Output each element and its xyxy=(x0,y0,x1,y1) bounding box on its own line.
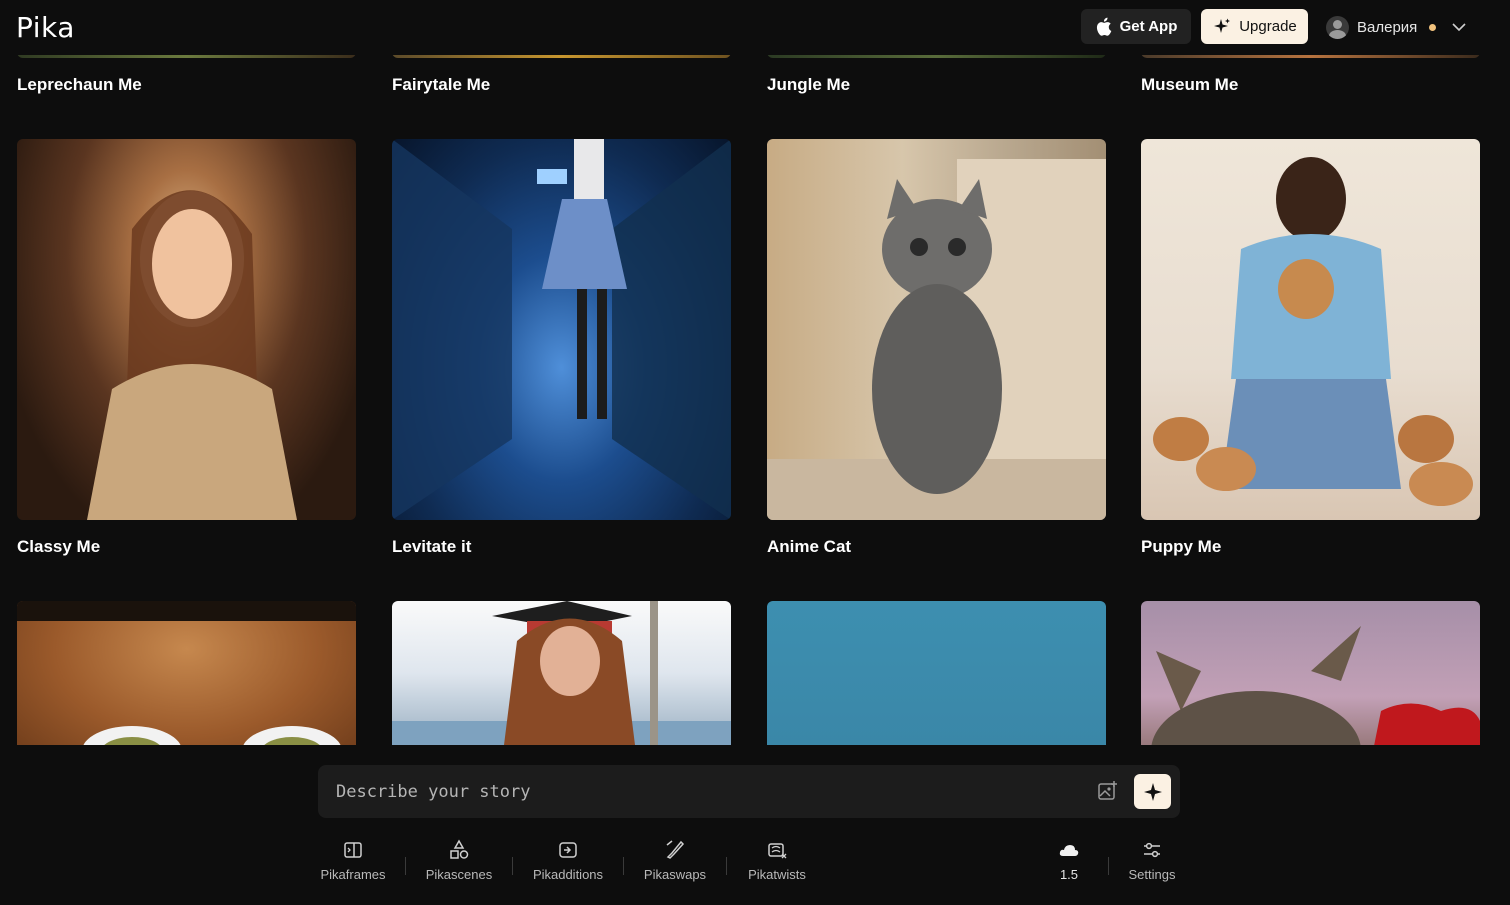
thumbnail-anime-cat[interactable] xyxy=(767,139,1106,520)
thumbnail-kitten-roses[interactable] xyxy=(1141,601,1480,745)
chevron-down-icon[interactable] xyxy=(1452,22,1466,32)
thumbnail-classy-me[interactable] xyxy=(17,139,356,520)
divider xyxy=(1108,857,1109,875)
tool-label: Pikascenes xyxy=(425,866,493,882)
divider xyxy=(726,857,727,875)
tool-pikaswaps[interactable]: Pikaswaps xyxy=(641,839,709,882)
tool-label: Pikaswaps xyxy=(643,866,707,882)
cat-illustration xyxy=(767,159,1106,520)
card-title[interactable]: Anime Cat xyxy=(767,537,851,557)
card-title[interactable]: Classy Me xyxy=(17,537,100,557)
model-version-button[interactable]: 1.5 xyxy=(1052,839,1086,882)
card-title[interactable]: Museum Me xyxy=(1141,75,1238,95)
corridor-illustration xyxy=(392,139,731,520)
thumbnail-graduate[interactable] xyxy=(392,601,731,745)
tool-label: Pikatwists xyxy=(748,866,806,882)
card-title[interactable]: Fairytale Me xyxy=(392,75,490,95)
upgrade-button[interactable]: Upgrade xyxy=(1201,9,1308,44)
card-title[interactable]: Puppy Me xyxy=(1141,537,1221,557)
tool-label: Pikadditions xyxy=(532,866,604,882)
tool-pikatwists[interactable]: Pikatwists xyxy=(744,839,810,882)
thumbnail-cat-closeup[interactable] xyxy=(17,601,356,745)
cloud-icon xyxy=(1059,844,1079,856)
sparkle-icon xyxy=(1214,18,1231,33)
graduate-illustration xyxy=(392,601,731,745)
twist-icon xyxy=(768,842,787,858)
portrait-illustration xyxy=(87,190,297,520)
right-tools: 1.5 Settings xyxy=(1052,835,1179,885)
man-with-puppies-illustration xyxy=(1153,157,1473,506)
pika-logo[interactable]: Pika xyxy=(16,11,75,44)
prompt-box xyxy=(318,765,1180,818)
templates-grid: Leprechaun Me Fairytale Me Jungle Me Mus… xyxy=(0,0,1510,745)
top-bar: Pika Get App Upgrade Валерия xyxy=(0,0,1510,55)
cat-eyes-illustration xyxy=(17,601,356,745)
status-dot xyxy=(1429,23,1437,31)
settings-button[interactable]: Settings xyxy=(1125,839,1179,882)
card-title[interactable]: Leprechaun Me xyxy=(17,75,142,95)
generate-button[interactable] xyxy=(1134,774,1171,809)
story-prompt-input[interactable] xyxy=(336,765,1076,818)
divider xyxy=(512,857,513,875)
tool-pikadditions[interactable]: Pikadditions xyxy=(530,839,606,882)
card-title[interactable]: Levitate it xyxy=(392,537,471,557)
upgrade-label: Upgrade xyxy=(1239,18,1297,35)
get-app-button[interactable]: Get App xyxy=(1081,9,1191,44)
composer-panel: Pikaframes Pikascenes Pikadditions xyxy=(0,745,1510,905)
thumbnail-puppy-me[interactable] xyxy=(1141,139,1480,520)
settings-label: Settings xyxy=(1128,866,1176,882)
card-title[interactable]: Jungle Me xyxy=(767,75,850,95)
tool-pikascenes[interactable]: Pikascenes xyxy=(423,838,495,882)
brush-icon xyxy=(666,839,685,859)
divider xyxy=(623,857,624,875)
frames-icon xyxy=(344,841,362,858)
thumbnail-blue[interactable] xyxy=(767,601,1106,745)
kitten-illustration xyxy=(1151,626,1480,745)
divider xyxy=(405,857,406,875)
apple-icon xyxy=(1096,17,1111,36)
model-version-label: 1.5 xyxy=(1059,866,1079,882)
settings-sliders-icon xyxy=(1144,842,1160,857)
avatar xyxy=(1326,15,1349,39)
user-name: Валерия xyxy=(1357,18,1418,36)
user-menu[interactable]: Валерия xyxy=(1326,14,1466,40)
add-object-icon xyxy=(559,841,577,858)
tools-bar: Pikaframes Pikascenes Pikadditions Pikas… xyxy=(318,835,810,885)
tool-pikaframes[interactable]: Pikaframes xyxy=(318,839,388,882)
shapes-icon xyxy=(450,838,469,859)
thumbnail-levitate-it[interactable] xyxy=(392,139,731,520)
sparkle-icon xyxy=(1143,782,1162,801)
image-upload-icon[interactable] xyxy=(1097,780,1119,802)
get-app-label: Get App xyxy=(1119,18,1178,35)
tool-label: Pikaframes xyxy=(320,866,386,882)
